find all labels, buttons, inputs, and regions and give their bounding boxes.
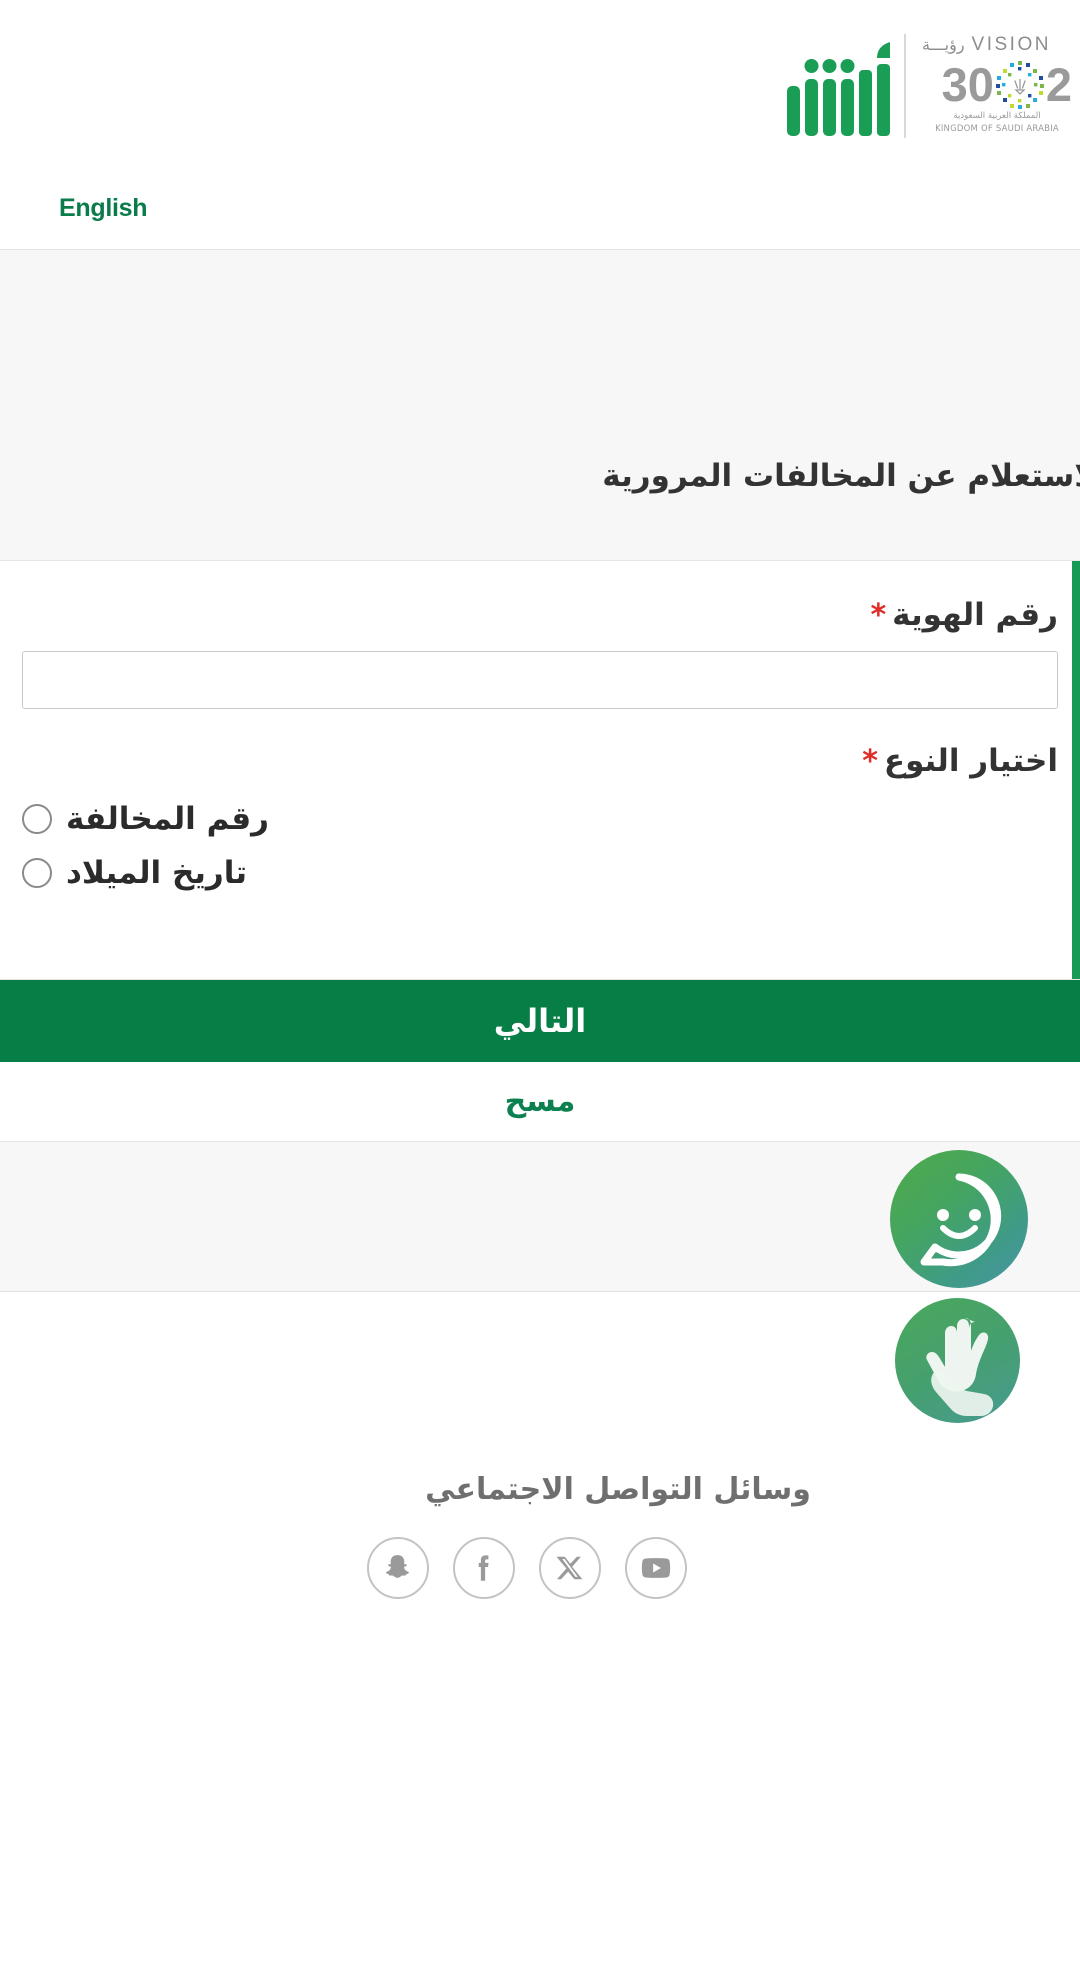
vision-burst-icon bbox=[995, 60, 1045, 110]
youtube-link[interactable] bbox=[625, 1537, 687, 1599]
vision-2030-logo: رؤيـــة VISION 2 30 المملكة العربية السع… bbox=[922, 34, 1072, 138]
language-switch-english[interactable]: English bbox=[59, 194, 147, 223]
type-selector-label: اختيار النوع* bbox=[22, 743, 1058, 779]
id-number-label: رقم الهوية* bbox=[22, 597, 1058, 633]
page-title: الاستعلام عن المخالفات المرورية bbox=[0, 458, 1080, 494]
facebook-icon bbox=[467, 1551, 501, 1585]
social-media-heading: وسائل التواصل الاجتماعي bbox=[425, 1472, 811, 1507]
facebook-link[interactable] bbox=[453, 1537, 515, 1599]
type-selector-label-text: اختيار النوع bbox=[883, 743, 1058, 779]
top-navigation-bar: English bbox=[0, 168, 1080, 250]
vision-digit-30: 30 bbox=[941, 58, 994, 111]
id-number-field-group: رقم الهوية* bbox=[22, 597, 1058, 709]
vision-subtitle-english: KINGDOM OF SAUDI ARABIA bbox=[935, 124, 1059, 134]
id-number-label-text: رقم الهوية bbox=[892, 597, 1058, 633]
vision-word-english: VISION bbox=[971, 34, 1051, 55]
sign-language-service-button[interactable] bbox=[895, 1298, 1020, 1423]
radio-circle-icon[interactable] bbox=[22, 804, 52, 834]
clear-button[interactable]: مسح bbox=[0, 1062, 1080, 1142]
radio-label-violation-number: رقم المخالفة bbox=[66, 801, 270, 837]
app-root: رؤيـــة VISION 2 30 المملكة العربية السع… bbox=[0, 0, 1080, 1975]
form-actions: التالي مسح bbox=[0, 980, 1080, 1142]
absher-logo bbox=[784, 34, 896, 152]
social-links-row bbox=[0, 1537, 1067, 1599]
form-body: رقم الهوية* اختيار النوع* رقم المخالفة ت… bbox=[0, 597, 1080, 895]
sign-language-strip bbox=[0, 1292, 1080, 1442]
youtube-icon bbox=[639, 1551, 673, 1585]
vision-subtitle-arabic: المملكة العربية السعودية bbox=[953, 111, 1041, 121]
next-button[interactable]: التالي bbox=[0, 980, 1080, 1062]
brand-header: رؤيـــة VISION 2 30 المملكة العربية السع… bbox=[0, 0, 1080, 168]
radio-circle-icon[interactable] bbox=[22, 858, 52, 888]
x-twitter-icon bbox=[555, 1553, 585, 1583]
vision-wordmark-row: رؤيـــة VISION bbox=[922, 34, 1072, 60]
brand-logo-group: رؤيـــة VISION 2 30 المملكة العربية السع… bbox=[784, 34, 1072, 152]
page-title-text: الاستعلام عن المخالفات المرورية bbox=[602, 458, 1080, 494]
radio-option-violation-number[interactable]: رقم المخالفة bbox=[22, 797, 1058, 841]
snapchat-icon bbox=[382, 1552, 414, 1584]
x-twitter-link[interactable] bbox=[539, 1537, 601, 1599]
type-selector-required-asterisk: * bbox=[862, 744, 878, 779]
inquiry-form-card: رقم الهوية* اختيار النوع* رقم المخالفة ت… bbox=[0, 560, 1080, 980]
radio-label-birth-date: تاريخ الميلاد bbox=[66, 855, 248, 891]
id-number-required-asterisk: * bbox=[870, 598, 887, 633]
form-accent-bar bbox=[1072, 561, 1080, 979]
vision-digit-2: 2 bbox=[1045, 58, 1072, 111]
page-header-area: الاستعلام عن المخالفات المرورية bbox=[0, 250, 1080, 560]
chat-assistant-strip bbox=[0, 1142, 1080, 1292]
snapchat-link[interactable] bbox=[367, 1537, 429, 1599]
id-number-input[interactable] bbox=[22, 651, 1058, 709]
chat-assistant-avatar[interactable] bbox=[890, 1150, 1028, 1288]
site-footer: وسائل التواصل الاجتماعي bbox=[0, 1442, 1080, 1599]
vision-word-arabic: رؤيـــة bbox=[922, 35, 965, 54]
type-selector-group: اختيار النوع* رقم المخالفة تاريخ الميلاد bbox=[22, 743, 1058, 895]
vision-year-row: 2 30 bbox=[922, 61, 1072, 109]
logo-divider bbox=[904, 34, 906, 138]
radio-option-birth-date[interactable]: تاريخ الميلاد bbox=[22, 851, 1058, 895]
